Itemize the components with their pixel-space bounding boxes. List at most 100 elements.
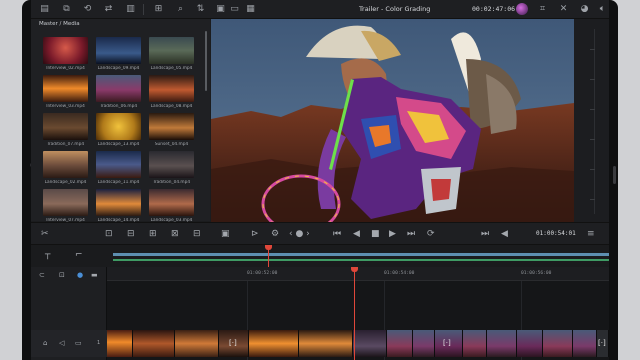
media-clip[interactable]: Tradition_06.mp4 — [96, 75, 141, 109]
layout-icon[interactable]: ⧉ — [61, 4, 72, 15]
magnet-icon[interactable]: ⊂ — [39, 271, 45, 279]
insert-clip-icon[interactable]: ⊡ — [105, 228, 113, 240]
timeline-view-icon[interactable]: ┬ — [45, 249, 50, 261]
scissors-icon[interactable]: ✂ — [41, 228, 49, 240]
project-title: Trailer - Color Grading — [359, 5, 431, 13]
timeline-clip[interactable] — [249, 330, 299, 357]
audio-level-icon[interactable]: 🔈︎ — [597, 4, 608, 15]
media-clip[interactable]: Landscape_08.mp4 — [149, 75, 194, 109]
media-clip[interactable]: Tradition_07.mp4 — [43, 113, 88, 147]
monitor-icon[interactable]: ▭ — [75, 339, 82, 347]
prev-marker-icon[interactable]: ‹ ● › — [289, 228, 310, 240]
speaker-icon[interactable]: ◁ — [59, 339, 64, 347]
full-view-icon[interactable]: ▦ — [245, 4, 256, 15]
append-end-icon[interactable]: ⊳ — [251, 228, 259, 240]
media-clip[interactable]: Landscape_13.mp4 — [96, 113, 141, 147]
timeline-clip[interactable] — [517, 330, 543, 357]
timeline-clip[interactable] — [353, 330, 387, 357]
video-track[interactable]: [·] [·] [·] — [107, 330, 609, 357]
timeline-clip[interactable] — [299, 330, 353, 357]
collaborator-avatar[interactable] — [516, 3, 528, 15]
transform-icon[interactable]: ✕ — [558, 4, 569, 15]
media-clip[interactable]: Landscape_11.mp4 — [96, 151, 141, 185]
ruler-line — [594, 29, 595, 214]
menu-icon[interactable]: ≡ — [587, 228, 595, 240]
transition-icon: [·] — [598, 339, 606, 347]
timeline-clip[interactable] — [543, 330, 573, 357]
timeline-clip[interactable] — [387, 330, 413, 357]
media-clip[interactable]: Interview_07.mp4 — [43, 189, 88, 223]
clip-view-icon[interactable]: ▭ — [229, 4, 240, 15]
ruler-tick — [590, 49, 595, 50]
media-clip[interactable]: Interview_03.mp4 — [43, 75, 88, 109]
ripple-overwrite-icon[interactable]: ⊟ — [193, 228, 201, 240]
timeline-clip[interactable] — [107, 330, 133, 357]
media-pool-toggle-icon[interactable]: ▤ — [39, 4, 50, 15]
adjust-icon[interactable]: ⚙ — [271, 228, 279, 240]
ruler-tick — [590, 199, 595, 200]
sort-icon[interactable]: ⇅ — [195, 4, 206, 15]
overwrite-clip-icon[interactable]: ⊟ — [127, 228, 135, 240]
loop-icon[interactable]: ⟳ — [427, 228, 435, 240]
marker-icon[interactable]: ● — [77, 271, 83, 279]
media-clip[interactable]: Tradition_04.mp4 — [149, 151, 194, 185]
go-to-start-icon[interactable]: ⏮ — [333, 228, 341, 240]
toolbar-divider — [143, 4, 144, 15]
reverse-play-icon[interactable]: ◀ — [353, 228, 360, 240]
media-clip[interactable]: Landscape_05.mp4 — [149, 37, 194, 71]
place-on-top-icon[interactable]: ⊠ — [171, 228, 179, 240]
viewer-mode-icon[interactable]: ▣ — [215, 4, 226, 15]
media-clip[interactable]: Landscape_03.mp4 — [149, 189, 194, 223]
grid-view-icon[interactable]: ⊞ — [153, 4, 164, 15]
timeline-ruler[interactable]: 01:00:52:00 01:00:54:00 01:00:56:00 — [107, 267, 609, 281]
viewer-side-ruler — [574, 19, 609, 222]
stop-icon[interactable]: ■ — [371, 228, 380, 240]
mini-timeline[interactable]: ┬ ⌐ — [31, 245, 609, 267]
timeline-clip[interactable] — [133, 330, 175, 357]
clip-filename: Interview_02.mp4 — [46, 66, 85, 71]
edit-index-icon[interactable]: ▥ — [125, 4, 136, 15]
timeline[interactable]: ⊂ ⊡ ● ▬ 01:00:52:00 01:00:54:00 01:00:56… — [31, 267, 609, 360]
timeline-clip[interactable]: [·] — [219, 330, 249, 357]
media-clip[interactable]: Landscape_02.mp4 — [43, 151, 88, 185]
mini-playhead-handle[interactable] — [265, 245, 272, 250]
viewer[interactable] — [211, 19, 574, 234]
media-scrollbar[interactable] — [205, 31, 207, 91]
clip-filename: Sunset_04.mp4 — [154, 142, 189, 147]
media-clip[interactable]: Landscape_09.mp4 — [96, 37, 141, 71]
timeline-clip[interactable]: [·] — [435, 330, 463, 357]
mark-out-icon[interactable]: ⏭ — [481, 228, 489, 240]
clip-thumbnail — [43, 75, 88, 102]
play-icon[interactable]: ▶ — [389, 228, 396, 240]
media-clip[interactable]: Sunset_04.mp4 — [149, 113, 194, 147]
effects-icon[interactable]: ⟲ — [82, 4, 93, 15]
clip-thumbnail — [96, 37, 141, 64]
clip-thumbnail — [43, 113, 88, 140]
trim-icon[interactable]: ⌐ — [75, 249, 83, 261]
timeline-playhead-handle[interactable] — [351, 267, 358, 272]
transition-icon: [·] — [443, 339, 451, 347]
timeline-playhead[interactable] — [354, 267, 355, 360]
media-clip[interactable]: Interview_02.mp4 — [43, 37, 88, 71]
media-pool: Master / Media Interview_02.mp4 Landscape… — [31, 19, 210, 223]
media-clip[interactable]: Landscape_14.mp4 — [96, 189, 141, 223]
crop-icon[interactable]: ⌗ — [537, 4, 548, 15]
timeline-clip[interactable] — [463, 330, 487, 357]
timeline-clip[interactable] — [573, 330, 597, 357]
search-icon[interactable]: ⌕ — [175, 4, 186, 15]
timeline-clip[interactable]: [·] — [597, 330, 609, 357]
go-to-end-icon[interactable]: ⏭ — [407, 228, 415, 240]
append-icon[interactable]: ▣ — [221, 228, 230, 240]
lock-icon[interactable]: ⌂ — [43, 339, 47, 347]
flag-icon[interactable]: ▬ — [91, 271, 98, 279]
color-wheel-icon[interactable]: ◕ — [579, 4, 590, 15]
ruler-timecode: 01:00:56:00 — [521, 271, 552, 276]
sync-icon[interactable]: ⇄ — [103, 4, 114, 15]
timeline-clip[interactable] — [175, 330, 219, 357]
timeline-clip[interactable] — [487, 330, 517, 357]
link-icon[interactable]: ⊡ — [59, 271, 65, 279]
ruler-timecode: 01:00:54:00 — [384, 271, 415, 276]
replace-clip-icon[interactable]: ⊞ — [149, 228, 157, 240]
mark-in-icon[interactable]: ◀ — [501, 228, 508, 240]
timeline-clip[interactable] — [413, 330, 435, 357]
